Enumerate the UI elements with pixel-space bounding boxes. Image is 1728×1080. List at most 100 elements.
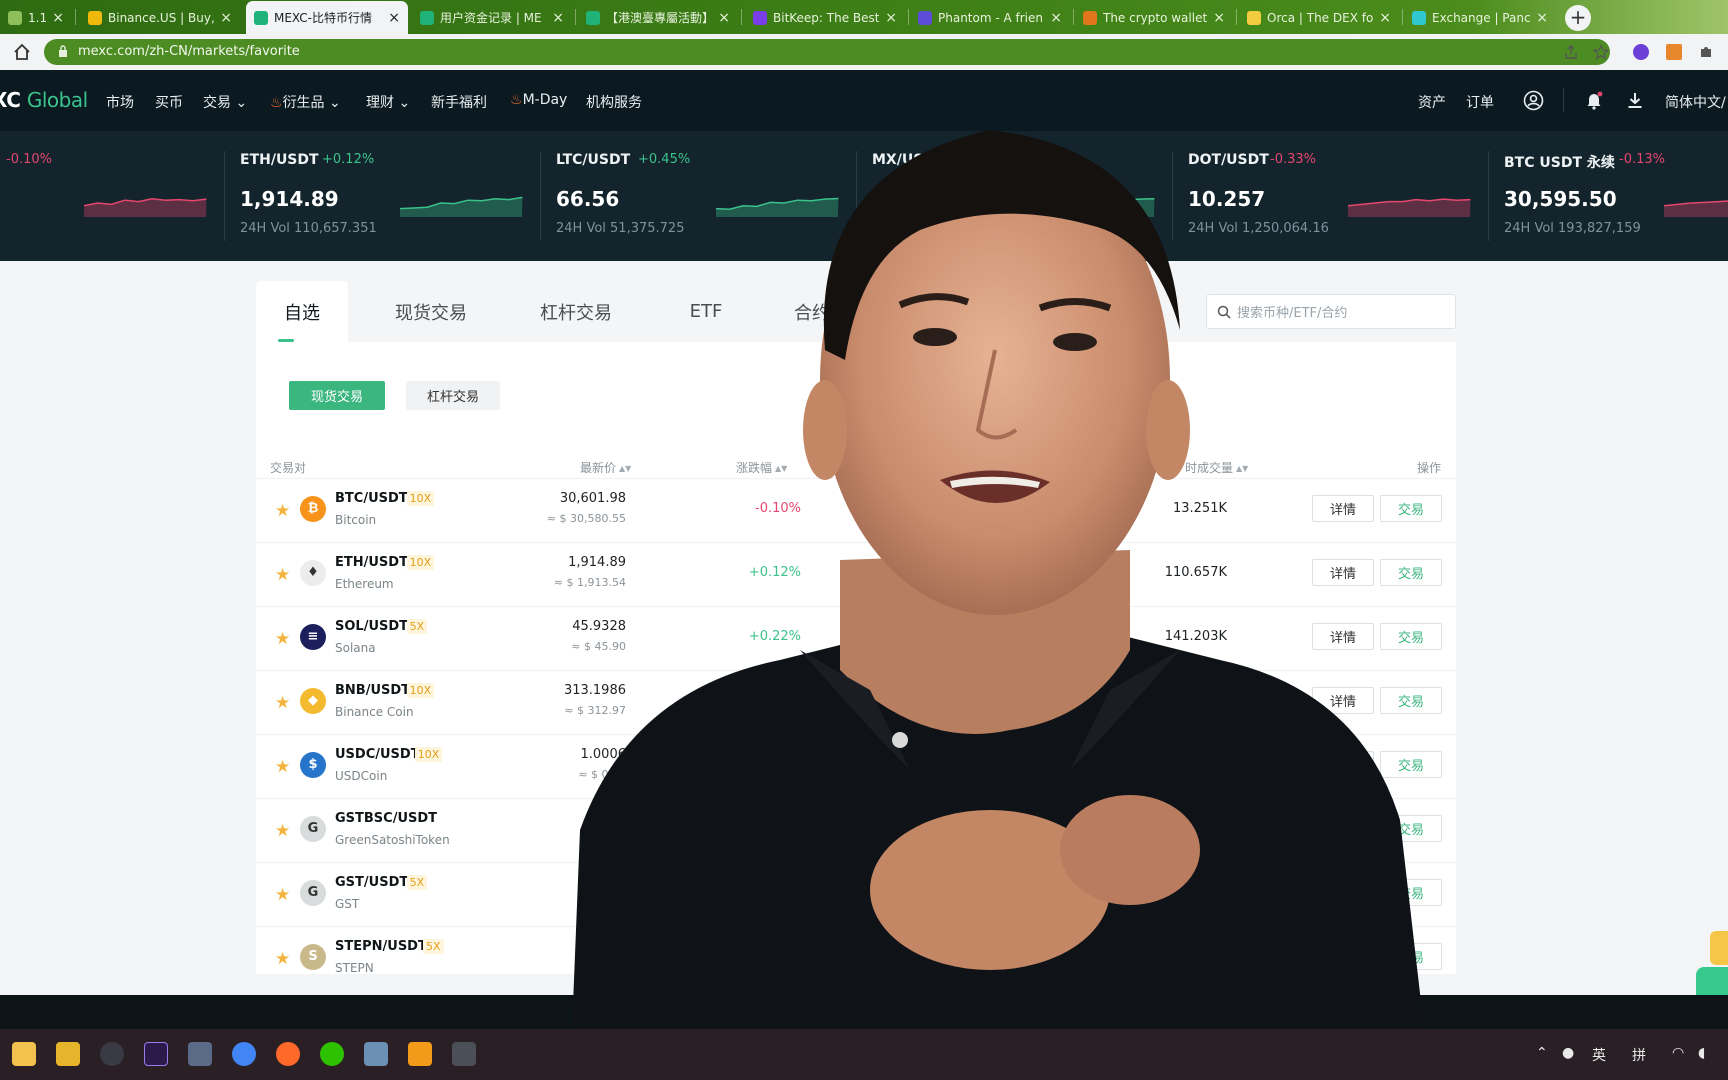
premiere-pro-icon[interactable] (144, 1042, 168, 1066)
obs-icon[interactable] (100, 1042, 124, 1066)
nav-mday[interactable]: ♨M-Day (510, 92, 567, 108)
nav-earn[interactable]: 理财 ⌄ (366, 92, 410, 112)
favicon-icon (1083, 10, 1097, 25)
nav-buy-crypto[interactable]: 买币 (155, 92, 183, 112)
mexc-logo[interactable]: XC Global (0, 88, 88, 112)
ticker-change: +0.12% (322, 152, 375, 167)
sticky-notes-icon[interactable] (56, 1042, 80, 1066)
fire-icon: ♨ (510, 92, 523, 108)
chrome-icon[interactable] (232, 1042, 256, 1066)
sublime-text-icon[interactable] (408, 1042, 432, 1066)
bitkeep-extension-icon[interactable] (1633, 44, 1649, 60)
browser-tab[interactable]: 【港澳臺專屬活動】 × (578, 2, 738, 33)
browser-tab[interactable]: 1.18779 × (0, 2, 72, 33)
extensions-puzzle-icon[interactable] (1698, 44, 1714, 60)
wechat-icon[interactable] (320, 1042, 344, 1066)
close-tab-icon[interactable]: × (1379, 10, 1391, 26)
nav-assets[interactable]: 资产 (1418, 92, 1446, 112)
row-pair[interactable]: ETH/USDT (335, 555, 408, 570)
bookmark-star-icon[interactable] (1593, 44, 1609, 60)
close-tab-icon[interactable]: × (885, 10, 897, 26)
row-coin-name: Ethereum (335, 577, 394, 591)
filter-spot-button[interactable]: 现货交易 (289, 381, 385, 410)
tab-title: BitKeep: The Best (773, 10, 880, 25)
close-tab-icon[interactable]: × (220, 10, 232, 26)
favorite-star-icon[interactable]: ★ (275, 821, 290, 841)
close-tab-icon[interactable]: × (718, 10, 730, 26)
nav-newbie-rewards[interactable]: 新手福利 (431, 92, 487, 112)
nav-trade[interactable]: 交易 ⌄ (203, 92, 247, 112)
row-pair[interactable]: SOL/USDT (335, 619, 408, 634)
terminal-icon[interactable] (452, 1042, 476, 1066)
row-pair[interactable]: USDC/USDT (335, 747, 420, 762)
tab-spot[interactable]: 现货交易 (376, 281, 486, 342)
browser-tab[interactable]: The crypto wallet f × (1075, 2, 1233, 33)
nav-divider (1563, 88, 1564, 112)
tab-favorites[interactable]: 自选 (256, 281, 348, 342)
browser-tab[interactable]: Exchange | Pancak × (1404, 2, 1556, 33)
row-pair[interactable]: STEPN/USDT (335, 939, 427, 954)
browser-tab-strip: 1.18779× Binance.US | Buy, S×MEXC-比特币行情×用… (0, 0, 1728, 34)
row-pair[interactable]: BTC/USDT (335, 491, 408, 506)
close-tab-icon[interactable]: × (388, 10, 400, 26)
firefox-icon[interactable] (276, 1042, 300, 1066)
nav-institutional[interactable]: 机构服务 (586, 92, 642, 112)
nav-market[interactable]: 市场 (106, 92, 134, 112)
ticker-card[interactable]: BTC USDT 永续 -0.13% 30,595.50 24H Vol 193,82… (1504, 131, 1728, 261)
row-pair[interactable]: BNB/USDT (335, 683, 410, 698)
browser-tab[interactable]: Orca | The DEX for × (1239, 2, 1399, 33)
favorite-star-icon[interactable]: ★ (275, 757, 290, 777)
ticker-card[interactable]: ETH/USDT +0.12% 1,914.89 24H Vol 110,657.35… (240, 131, 556, 261)
file-explorer-icon[interactable] (12, 1042, 36, 1066)
url-field[interactable]: mexc.com/zh-CN/markets/favorite (44, 39, 1610, 65)
favicon-icon (88, 10, 102, 25)
fire-icon: ♨ (270, 95, 283, 111)
tab-separator (575, 9, 576, 25)
close-tab-icon[interactable]: × (1536, 10, 1548, 26)
chevron-up-icon[interactable]: ⌃ (1536, 1045, 1548, 1061)
close-tab-icon[interactable]: × (52, 10, 64, 26)
nav-language[interactable]: 简体中文/ (1665, 92, 1726, 112)
nav-derivatives[interactable]: ♨衍生品 ⌄ (270, 92, 341, 112)
close-tab-icon[interactable]: × (1050, 10, 1062, 26)
browser-tab[interactable]: 用户资金记录 | ME × (412, 2, 572, 33)
row-pair[interactable]: GST/USDT (335, 875, 408, 890)
new-tab-button[interactable]: + (1565, 5, 1591, 31)
close-tab-icon[interactable]: × (552, 10, 564, 26)
input-lang-2[interactable]: 拼 (1632, 1045, 1646, 1065)
tab-separator (1236, 9, 1237, 25)
ds-extension-icon[interactable] (1666, 44, 1682, 60)
ticker-sparkline (400, 196, 523, 217)
favorite-star-icon[interactable]: ★ (275, 565, 290, 585)
close-tab-icon[interactable]: × (1213, 10, 1225, 26)
favorite-star-icon[interactable]: ★ (275, 693, 290, 713)
leverage-badge: 10X (406, 555, 435, 570)
network-tool-icon[interactable] (364, 1042, 388, 1066)
share-icon[interactable] (1563, 44, 1579, 60)
favorite-star-icon[interactable]: ★ (275, 501, 290, 521)
user-profile-icon[interactable] (1523, 90, 1544, 111)
browser-tab[interactable]: Binance.US | Buy, S × (80, 2, 240, 33)
row-coin-name: STEPN (335, 961, 374, 975)
browser-tab[interactable]: Phantom - A frien × (910, 2, 1070, 33)
favorite-star-icon[interactable]: ★ (275, 629, 290, 649)
filter-margin-button[interactable]: 杠杆交易 (406, 381, 500, 410)
browser-tab[interactable]: MEXC-比特币行情 × (246, 1, 408, 34)
app-icon[interactable] (188, 1042, 212, 1066)
notification-bell-icon[interactable] (1585, 91, 1603, 110)
coin-glyph: ≡ (307, 629, 319, 644)
promo-gift-icon (1710, 931, 1728, 965)
home-icon[interactable] (12, 42, 32, 62)
favorite-star-icon[interactable]: ★ (275, 949, 290, 969)
input-lang-1[interactable]: 英 (1592, 1045, 1606, 1065)
favicon-icon (8, 10, 22, 25)
microphone-icon[interactable]: ● (1562, 1045, 1574, 1061)
wifi-icon[interactable]: ◠ (1672, 1045, 1684, 1061)
ticker-card[interactable]: -0.10%98250.979 (0, 131, 240, 261)
speaker-icon[interactable]: ◖ (1698, 1045, 1705, 1061)
nav-orders[interactable]: 订单 (1466, 92, 1494, 112)
browser-tab[interactable]: BitKeep: The Best × (745, 2, 905, 33)
row-pair[interactable]: GSTBSC/USDT (335, 811, 437, 826)
favorite-star-icon[interactable]: ★ (275, 885, 290, 905)
download-icon[interactable] (1627, 92, 1643, 109)
